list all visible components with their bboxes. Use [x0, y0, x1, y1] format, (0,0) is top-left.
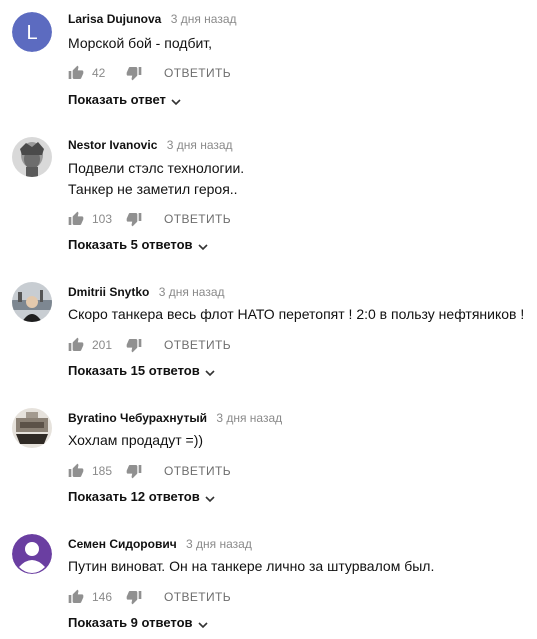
like-count: 42 — [92, 66, 106, 80]
like-count: 146 — [92, 590, 113, 604]
comment-item: Byratino Чебурахнутый 3 дня назад Хохлам… — [0, 399, 537, 525]
avatar[interactable]: L — [12, 12, 52, 52]
comment-text: Морской бой - подбит, — [68, 33, 212, 54]
show-replies-label: Показать ответ — [68, 92, 166, 107]
comment-time[interactable]: 3 дня назад — [216, 411, 282, 425]
chevron-down-icon — [205, 492, 215, 502]
show-replies-button[interactable]: Показать ответ — [68, 92, 181, 107]
comment-time[interactable]: 3 дня назад — [186, 537, 252, 551]
chevron-down-icon — [171, 95, 181, 105]
comment-actions: 103 ОТВЕТИТЬ — [68, 210, 231, 228]
avatar[interactable] — [12, 408, 52, 448]
show-replies-button[interactable]: Показать 5 ответов — [68, 237, 208, 252]
avatar[interactable] — [12, 137, 52, 177]
comment-text-line: Морской бой - подбит, — [68, 35, 213, 51]
show-replies-button[interactable]: Показать 9 ответов — [68, 615, 208, 630]
comment-time[interactable]: 3 дня назад — [167, 138, 233, 152]
reply-button[interactable]: ОТВЕТИТЬ — [164, 464, 231, 478]
comment-actions: 185 ОТВЕТИТЬ — [68, 462, 231, 480]
show-replies-label: Показать 15 ответов — [68, 363, 200, 378]
avatar-letter: L — [26, 22, 37, 44]
reply-button[interactable]: ОТВЕТИТЬ — [164, 212, 231, 226]
chevron-down-icon — [205, 366, 215, 376]
author-name[interactable]: Dmitrii Snytko — [68, 285, 149, 299]
comment-text: Подвели стэлс технологии. Танкер не заме… — [68, 158, 244, 200]
thumbs-down-icon[interactable] — [126, 211, 142, 227]
thumbs-up-icon[interactable] — [68, 211, 84, 227]
thumbs-down-icon[interactable] — [126, 337, 142, 353]
avatar[interactable] — [12, 282, 52, 322]
thumbs-up-icon[interactable] — [68, 589, 84, 605]
thumbs-up-icon[interactable] — [68, 463, 84, 479]
show-replies-button[interactable]: Показать 15 ответов — [68, 363, 215, 378]
thumbs-up-icon[interactable] — [68, 337, 84, 353]
thumbs-down-icon[interactable] — [126, 463, 142, 479]
author-name[interactable]: Nestor Ivanovic — [68, 138, 157, 152]
author-name[interactable]: Larisa Dujunova — [68, 12, 161, 26]
reply-button[interactable]: ОТВЕТИТЬ — [164, 590, 231, 604]
thumbs-down-icon[interactable] — [126, 65, 142, 81]
comment-item: Семен Сидорович 3 дня назад Путин винова… — [0, 525, 537, 639]
chevron-down-icon — [197, 618, 208, 628]
reply-button[interactable]: ОТВЕТИТЬ — [164, 338, 231, 352]
comment-text-line: Скоро танкера весь флот НАТО перетопят !… — [68, 306, 525, 322]
comment-actions: 201 ОТВЕТИТЬ — [68, 336, 231, 354]
comment-text-line: Танкер не заметил героя.. — [68, 181, 238, 197]
comment-text: Путин виноват. Он на танкере лично за шт… — [68, 556, 434, 577]
comment-item: L Larisa Dujunova 3 дня назад Морской бо… — [0, 0, 537, 126]
show-replies-label: Показать 9 ответов — [68, 615, 193, 630]
thumbs-down-icon[interactable] — [126, 589, 142, 605]
comment-time[interactable]: 3 дня назад — [159, 285, 225, 299]
comment-text: Скоро танкера весь флот НАТО перетопят !… — [68, 304, 524, 325]
comment-text-line: Путин виноват. Он на танкере лично за шт… — [68, 558, 435, 574]
like-count: 201 — [92, 338, 113, 352]
comment-item: Dmitrii Snytko 3 дня назад Скоро танкера… — [0, 273, 537, 399]
thumbs-up-icon[interactable] — [68, 65, 84, 81]
comment-text: Хохлам продадут =)) — [68, 430, 203, 451]
comment-item: Nestor Ivanovic 3 дня назад Подвели стэл… — [0, 126, 537, 252]
show-replies-label: Показать 5 ответов — [68, 237, 193, 252]
avatar[interactable] — [12, 534, 52, 574]
author-name[interactable]: Семен Сидорович — [68, 537, 177, 551]
author-name[interactable]: Byratino Чебурахнутый — [68, 411, 207, 425]
comment-text-line: Хохлам продадут =)) — [68, 432, 204, 448]
comment-time[interactable]: 3 дня назад — [171, 12, 237, 26]
comment-actions: 146 ОТВЕТИТЬ — [68, 588, 231, 606]
like-count: 185 — [92, 464, 113, 478]
comment-actions: 42 ОТВЕТИТЬ — [68, 64, 231, 82]
like-count: 103 — [92, 212, 113, 226]
show-replies-button[interactable]: Показать 12 ответов — [68, 489, 215, 504]
comment-text-line: Подвели стэлс технологии. — [68, 160, 245, 176]
reply-button[interactable]: ОТВЕТИТЬ — [164, 66, 231, 80]
show-replies-label: Показать 12 ответов — [68, 489, 200, 504]
chevron-down-icon — [197, 240, 208, 250]
